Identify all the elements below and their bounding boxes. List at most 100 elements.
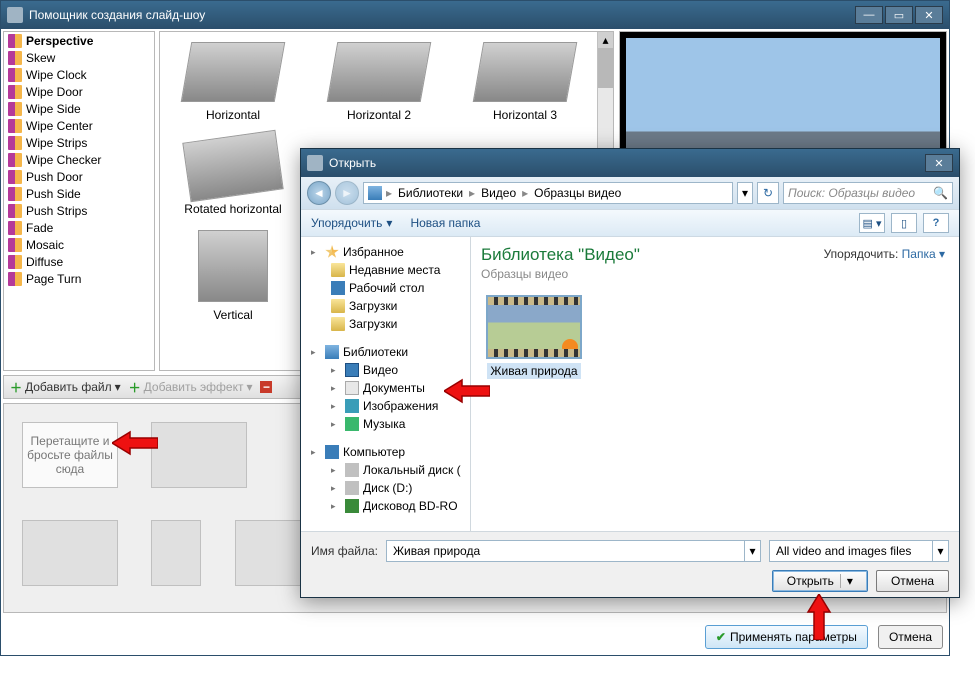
tree-item[interactable]: Загрузки bbox=[301, 315, 470, 333]
thumb-label: Vertical bbox=[213, 308, 252, 322]
refresh-button[interactable]: ↻ bbox=[757, 182, 779, 204]
chevron-down-icon[interactable]: ▾ bbox=[744, 541, 760, 561]
open-button[interactable]: Открыть ▾ bbox=[772, 570, 868, 592]
breadcrumb-segment[interactable]: Библиотеки bbox=[396, 186, 465, 200]
window-footer: ✔Применять параметры Отмена bbox=[1, 623, 943, 651]
effect-icon bbox=[8, 119, 22, 133]
drop-slot[interactable] bbox=[22, 520, 118, 586]
button-label: Открыть bbox=[787, 574, 834, 588]
desktop-icon bbox=[331, 281, 345, 295]
tree-label: Дисковод BD-RO bbox=[363, 499, 458, 513]
filetype-filter[interactable]: All video and images files ▾ bbox=[769, 540, 949, 562]
effect-item[interactable]: Wipe Door bbox=[4, 83, 154, 100]
sort-control[interactable]: Упорядочить: Папка ▾ bbox=[824, 247, 945, 261]
dialog-navbar: ◄ ► ▸ Библиотеки▸ Видео▸ Образцы видео ▾… bbox=[301, 177, 959, 209]
effect-item[interactable]: Fade bbox=[4, 219, 154, 236]
filename-input[interactable]: Живая природа▾ bbox=[386, 540, 761, 562]
plus-icon: ＋ bbox=[10, 381, 22, 393]
file-thumbnail bbox=[486, 295, 582, 359]
tree-item[interactable]: ▸Музыка bbox=[301, 415, 470, 433]
star-icon bbox=[325, 245, 339, 259]
remove-button[interactable]: − bbox=[260, 381, 272, 393]
effect-item[interactable]: Wipe Center bbox=[4, 117, 154, 134]
effects-list: Perspective Skew Wipe Clock Wipe Door Wi… bbox=[3, 31, 155, 371]
cancel-button[interactable]: Отмена bbox=[876, 570, 949, 592]
add-file-button[interactable]: ＋Добавить файл ▾ bbox=[10, 380, 121, 394]
scroll-thumb[interactable] bbox=[598, 48, 613, 88]
effect-item[interactable]: Wipe Checker bbox=[4, 151, 154, 168]
effect-item[interactable]: Push Door bbox=[4, 168, 154, 185]
close-button[interactable]: ✕ bbox=[915, 6, 943, 24]
effect-item[interactable]: Wipe Clock bbox=[4, 66, 154, 83]
effect-icon bbox=[8, 153, 22, 167]
effect-item[interactable]: Mosaic bbox=[4, 236, 154, 253]
tree-label: Музыка bbox=[363, 417, 405, 431]
cancel-button[interactable]: Отмена bbox=[878, 625, 943, 649]
effect-item[interactable]: Wipe Side bbox=[4, 100, 154, 117]
drop-slot[interactable] bbox=[151, 422, 247, 488]
chevron-down-icon[interactable]: ▾ bbox=[932, 541, 948, 561]
dialog-toolbar: Упорядочить ▾ Новая папка ▤ ▾ ▯ ? bbox=[301, 209, 959, 237]
breadcrumb[interactable]: ▸ Библиотеки▸ Видео▸ Образцы видео bbox=[363, 182, 733, 204]
chevron-down-icon[interactable]: ▾ bbox=[840, 574, 853, 588]
tree-item[interactable]: ▸Диск (D:) bbox=[301, 479, 470, 497]
dialog-close-button[interactable]: ✕ bbox=[925, 154, 953, 172]
tree-libraries[interactable]: ▸Библиотеки bbox=[301, 343, 470, 361]
tree-favorites[interactable]: ▸Избранное bbox=[301, 243, 470, 261]
new-folder-button[interactable]: Новая папка bbox=[410, 216, 480, 230]
thumb-label: Horizontal 2 bbox=[347, 108, 411, 122]
effect-item[interactable]: Wipe Strips bbox=[4, 134, 154, 151]
breadcrumb-dropdown[interactable]: ▾ bbox=[737, 182, 753, 204]
view-options-button[interactable]: ▤ ▾ bbox=[859, 213, 885, 233]
tree-item[interactable]: Недавние места bbox=[301, 261, 470, 279]
breadcrumb-segment[interactable]: Образцы видео bbox=[532, 186, 623, 200]
drop-slot[interactable]: Перетащите и бросьте файлы сюда bbox=[22, 422, 118, 488]
thumb-item[interactable]: Horizontal 2 bbox=[306, 32, 452, 126]
tree-item-video[interactable]: ▸Видео bbox=[301, 361, 470, 379]
tree-label: Рабочий стол bbox=[349, 281, 424, 295]
preview-pane-button[interactable]: ▯ bbox=[891, 213, 917, 233]
effect-item[interactable]: Push Side bbox=[4, 185, 154, 202]
drop-slot[interactable] bbox=[151, 520, 201, 586]
check-icon: ✔ bbox=[716, 630, 726, 644]
file-label: Живая природа bbox=[487, 363, 580, 379]
thumb-item[interactable]: Horizontal 3 bbox=[452, 32, 598, 126]
tree-item[interactable]: ▸Дисковод BD-RO bbox=[301, 497, 470, 515]
add-effect-button[interactable]: ＋Добавить эффект ▾ bbox=[129, 380, 253, 394]
effect-label: Wipe Checker bbox=[26, 153, 101, 167]
sort-value-link[interactable]: Папка ▾ bbox=[902, 247, 945, 261]
effect-label: Wipe Center bbox=[26, 119, 93, 133]
computer-icon bbox=[325, 445, 339, 459]
effect-item[interactable]: Diffuse bbox=[4, 253, 154, 270]
file-item[interactable]: Живая природа bbox=[483, 295, 585, 379]
effect-label: Push Side bbox=[26, 187, 81, 201]
organize-button[interactable]: Упорядочить ▾ bbox=[311, 216, 392, 230]
effect-label: Page Turn bbox=[26, 272, 81, 286]
tree-item[interactable]: Рабочий стол bbox=[301, 279, 470, 297]
tree-item[interactable]: Загрузки bbox=[301, 297, 470, 315]
effect-icon bbox=[8, 221, 22, 235]
tree-item[interactable]: ▸Локальный диск ( bbox=[301, 461, 470, 479]
breadcrumb-segment[interactable]: Видео bbox=[479, 186, 518, 200]
thumb-item[interactable]: Horizontal bbox=[160, 32, 306, 126]
effect-item-perspective[interactable]: Perspective bbox=[4, 32, 154, 49]
minimize-button[interactable]: — bbox=[855, 6, 883, 24]
effect-item[interactable]: Push Strips bbox=[4, 202, 154, 219]
search-input[interactable]: Поиск: Образцы видео 🔍 bbox=[783, 182, 953, 204]
help-button[interactable]: ? bbox=[923, 213, 949, 233]
thumb-item[interactable]: Vertical bbox=[160, 220, 306, 326]
nav-forward-button[interactable]: ► bbox=[335, 181, 359, 205]
apply-button[interactable]: ✔Применять параметры bbox=[705, 625, 868, 649]
nav-back-button[interactable]: ◄ bbox=[307, 181, 331, 205]
effect-icon bbox=[8, 272, 22, 286]
thumb-item[interactable]: Rotated horizontal bbox=[160, 126, 306, 220]
scroll-up-icon[interactable]: ▴ bbox=[598, 32, 613, 48]
thumb-label: Horizontal bbox=[206, 108, 260, 122]
tree-computer[interactable]: ▸Компьютер bbox=[301, 443, 470, 461]
maximize-button[interactable]: ▭ bbox=[885, 6, 913, 24]
library-subtitle: Образцы видео bbox=[481, 267, 949, 281]
effect-item[interactable]: Skew bbox=[4, 49, 154, 66]
effect-item[interactable]: Page Turn bbox=[4, 270, 154, 287]
filter-value: All video and images files bbox=[776, 544, 911, 558]
effect-icon bbox=[8, 187, 22, 201]
